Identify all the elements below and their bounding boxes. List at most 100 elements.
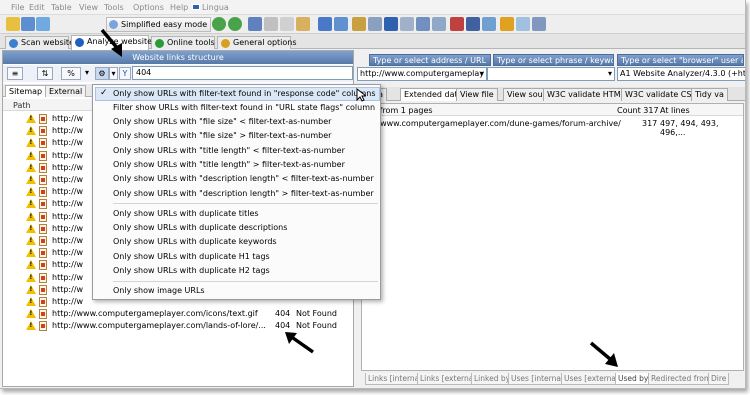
filter-menu-item[interactable]: Only show image URLs [113,286,205,299]
chevron-down-icon[interactable]: ▾ [608,69,612,78]
filter-menu-item[interactable]: Only show URLs with "file size" < filter… [113,117,331,130]
save-as-icon[interactable] [36,17,50,31]
table-icon[interactable] [416,17,430,31]
checkmark-icon: ✓ [100,88,108,98]
open-icon[interactable] [6,17,20,31]
menu-lingua[interactable]: Lingua [192,3,229,12]
columns-icon[interactable] [400,17,414,31]
menu-edit[interactable]: Edit [29,3,45,12]
menu-view[interactable]: View [79,3,98,12]
warning-icon [26,211,36,221]
tab-external[interactable]: External [45,85,87,97]
found-column-header[interactable]: d from 1 pages [372,106,433,115]
filter-menu-item[interactable]: Only show URLs with duplicate descriptio… [113,223,287,236]
filter-menu-item[interactable]: Only show URLs with "file size" > filter… [113,131,331,144]
right-tabs: data Extended data View file View source… [357,87,745,101]
menu-tools[interactable]: Tools [104,3,124,12]
filter-dropdown-icon[interactable]: ▾ [109,67,118,80]
save-icon[interactable] [21,17,35,31]
warning-icon [26,284,36,294]
forward-icon[interactable] [228,17,242,31]
filter-input[interactable]: 404 [132,66,353,80]
tab-view-file[interactable]: View file [456,88,498,101]
filter-menu-item[interactable]: Filter show URLs with filter-text found … [113,103,375,116]
tab-general-options[interactable]: General options [217,36,297,49]
percent-button[interactable]: % [61,67,81,80]
refresh-icon[interactable] [248,17,262,31]
menu-options[interactable]: Options [133,3,164,12]
info-icon[interactable] [516,17,530,31]
page-icon [39,321,47,332]
tab-uses-internal[interactable]: Uses [internal] [508,373,569,385]
options-icon [221,39,230,48]
grid-icon[interactable] [432,17,446,31]
table-row[interactable]: ://www.computergameplayer.com/dune-games… [362,118,743,137]
row-url: http://w [52,187,84,197]
menu-table[interactable]: Table [51,3,72,12]
filter-menu-item[interactable]: Only show URLs with duplicate titles [113,209,259,222]
percent-dropdown-icon[interactable]: ▾ [83,67,91,80]
tab-sitemap[interactable]: Sitemap [5,85,47,97]
page-icon [39,187,47,198]
link-icon[interactable] [334,17,348,31]
key-icon[interactable] [500,17,514,31]
tab-online-tools[interactable]: Online tools [151,36,215,49]
funnel-icon[interactable]: Y [119,67,131,80]
settings-icon[interactable] [532,17,546,31]
table-row[interactable]: http://www.computergameplayer.com/icons/… [3,308,353,320]
phrase-input[interactable]: ▾ [487,67,615,81]
menu-help[interactable]: Help [170,3,188,12]
flag-icon [192,4,200,10]
count-column-header[interactable]: Count 317 [617,106,659,115]
stop-icon[interactable] [450,17,464,31]
filter-menu-item[interactable]: Only show URLs with filter-text found in… [113,89,376,102]
tab-dire[interactable]: Dire [708,373,730,385]
row-url: http://w [52,236,84,245]
search-icon[interactable] [352,17,366,31]
tab-label: General options [233,38,297,47]
table-header: d from 1 pages Count 317 At lines [362,104,743,116]
tab-scan-website[interactable]: Scan website [5,36,74,49]
sort-icon[interactable] [384,17,398,31]
filter-menu-item[interactable]: Only show URLs with duplicate H2 tags [113,266,270,279]
cut-icon[interactable] [264,17,278,31]
paste-icon[interactable] [296,17,310,31]
row-url: http://w [52,248,84,258]
copy-icon[interactable] [280,17,294,31]
menu-file[interactable]: File [11,3,24,12]
filter-menu-item[interactable]: Only show URLs with duplicate H1 tags [113,252,270,265]
tab-used-by[interactable]: Used by [615,373,652,385]
row-url: http://w [52,114,84,123]
list-view-button[interactable]: ≡ [7,67,23,80]
page-icon [39,284,47,295]
export-icon[interactable] [466,17,480,31]
help-icon[interactable] [482,17,496,31]
tab-linked-by[interactable]: Linked by [471,373,514,385]
filter-menu-item[interactable]: Only show URLs with "title length" < fil… [113,146,345,159]
tab-w3c-validate-html[interactable]: W3C validate HTML [543,88,630,101]
tab-w3c-validate-css[interactable]: W3C validate CSS [621,88,701,101]
filter-menu-item[interactable]: Only show URLs with "description length"… [113,174,374,187]
row-status: Not Found [296,309,337,319]
menu-bar: File Edit Table View Tools Options Help … [0,0,745,15]
back-icon[interactable] [212,17,226,31]
tab-redirected-from[interactable]: Redirected from [648,373,715,385]
online-tools-icon [155,39,164,48]
sort-button[interactable]: ⇅ [37,67,53,80]
filter-options-button[interactable]: ⚙ [95,67,109,80]
row-url: http://www.computergameplayer.com/lands-… [52,321,266,331]
replace-icon[interactable] [368,17,382,31]
menu-lingua-label: Lingua [202,3,229,12]
filter-menu-item[interactable]: Only show URLs with "description length"… [113,189,374,202]
filter-menu-item[interactable]: Only show URLs with duplicate keywords [113,237,277,250]
browser-input[interactable]: A1 Website Analyzer/4.3.0 (+http [617,67,745,81]
filter-menu-item[interactable]: Only show URLs with "title length" > fil… [113,160,345,173]
chevron-down-icon[interactable]: ▾ [480,69,484,78]
address-value: http://www.computergameplay [360,69,485,78]
undo-icon[interactable] [318,17,332,31]
percent-label: % [67,69,75,78]
lines-column-header[interactable]: At lines [660,106,690,115]
browser-header: Type or select "browser" user a... [617,54,744,66]
tab-tidy-validate[interactable]: Tidy va [691,88,728,101]
address-input[interactable]: http://www.computergameplay ▾ [357,67,487,81]
